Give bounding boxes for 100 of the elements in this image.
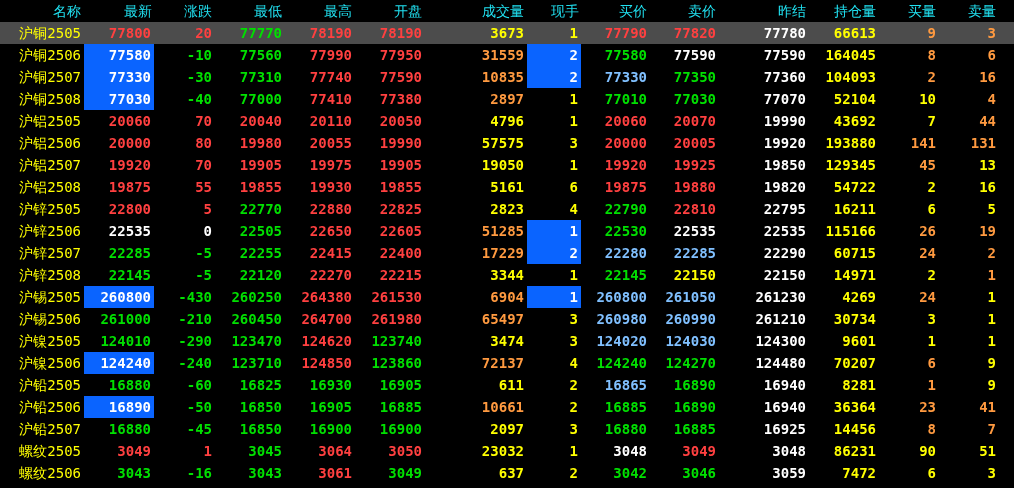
table-cell: 19980 xyxy=(239,136,282,150)
table-row[interactable]: 沪铜2505 77800 20 77770 78190 78190 3673 1 77790 77820 77780 66613 9 3 xyxy=(0,22,1014,44)
contract-name: 沪铝2506 xyxy=(19,136,81,150)
table-cell: 3049 xyxy=(117,444,151,458)
table-cell: 14456 xyxy=(833,422,876,436)
table-cell: 16 xyxy=(979,180,996,194)
table-cell: 3043 xyxy=(117,466,151,480)
table-cell: 20005 xyxy=(673,136,716,150)
table-cell: 77310 xyxy=(239,70,282,84)
table-cell: 77330 xyxy=(604,70,647,84)
table-cell: 20 xyxy=(195,26,212,40)
table-cell: 3 xyxy=(569,312,578,326)
table-cell: 3042 xyxy=(613,466,647,480)
table-cell: 16211 xyxy=(833,202,876,216)
table-cell: 260250 xyxy=(231,290,282,304)
column-header[interactable]: 买价 xyxy=(582,0,650,22)
table-cell: 611 xyxy=(498,378,524,392)
table-cell: 2 xyxy=(569,246,578,260)
contract-name: 螺纹2506 xyxy=(19,466,81,480)
table-cell: 26 xyxy=(919,224,936,238)
table-cell: 16890 xyxy=(673,378,716,392)
contract-name: 沪铝2505 xyxy=(19,114,81,128)
table-cell: 124240 xyxy=(100,356,151,370)
table-cell: 3048 xyxy=(613,444,647,458)
table-cell: -430 xyxy=(178,290,212,304)
table-cell: 20040 xyxy=(239,114,282,128)
table-cell: 3064 xyxy=(318,444,352,458)
table-cell: 124030 xyxy=(665,334,716,348)
table-cell: 77740 xyxy=(309,70,352,84)
table-cell: -290 xyxy=(178,334,212,348)
table-cell: 19905 xyxy=(239,158,282,172)
table-cell: 261210 xyxy=(755,312,806,326)
table-cell: -240 xyxy=(178,356,212,370)
table-cell: 124480 xyxy=(755,356,806,370)
table-cell: 22215 xyxy=(379,268,422,282)
table-cell: 193880 xyxy=(825,136,876,150)
table-cell: 20050 xyxy=(379,114,422,128)
column-header[interactable]: 昨结 xyxy=(719,0,809,22)
table-cell: 3 xyxy=(987,26,996,40)
table-cell: 1 xyxy=(569,444,578,458)
contract-name: 沪铜2508 xyxy=(19,92,81,106)
column-header[interactable]: 卖量 xyxy=(939,0,999,22)
column-header[interactable]: 现手 xyxy=(527,0,582,22)
table-cell: 261000 xyxy=(100,312,151,326)
column-header[interactable]: 持仓量 xyxy=(809,0,879,22)
table-cell: 22535 xyxy=(763,224,806,238)
table-cell: 17229 xyxy=(481,246,524,260)
table-cell: 16 xyxy=(979,70,996,84)
table-cell: 22880 xyxy=(309,202,352,216)
table-cell: 77800 xyxy=(108,26,151,40)
column-header[interactable]: 买量 xyxy=(879,0,939,22)
table-cell: 16865 xyxy=(604,378,647,392)
table-cell: 77990 xyxy=(309,48,352,62)
table-cell: 20060 xyxy=(604,114,647,128)
column-header[interactable]: 开盘 xyxy=(355,0,425,22)
table-cell: 22605 xyxy=(379,224,422,238)
table-cell: 43692 xyxy=(833,114,876,128)
table-cell: 77590 xyxy=(673,48,716,62)
contract-name: 沪锌2508 xyxy=(19,268,81,282)
contract-name: 沪锡2506 xyxy=(19,312,81,326)
table-cell: 19875 xyxy=(604,180,647,194)
table-cell: 6 xyxy=(927,202,936,216)
table-cell: 65497 xyxy=(481,312,524,326)
table-cell: 22290 xyxy=(763,246,806,260)
column-header[interactable]: 成交量 xyxy=(425,0,527,22)
contract-name: 沪铅2505 xyxy=(19,378,81,392)
table-cell: 16930 xyxy=(309,378,352,392)
table-cell: 20110 xyxy=(309,114,352,128)
column-header[interactable]: 最新 xyxy=(84,0,155,22)
contract-name: 沪镍2506 xyxy=(19,356,81,370)
table-cell: 260980 xyxy=(596,312,647,326)
table-cell: 164045 xyxy=(825,48,876,62)
table-cell: 19990 xyxy=(763,114,806,128)
table-cell: -16 xyxy=(186,466,212,480)
table-cell: 22150 xyxy=(673,268,716,282)
table-cell: 9 xyxy=(927,26,936,40)
table-cell: 22285 xyxy=(673,246,716,260)
contract-name: 沪锌2506 xyxy=(19,224,81,238)
column-header[interactable]: 最高 xyxy=(285,0,355,22)
table-cell: 2 xyxy=(927,268,936,282)
table-cell: 19855 xyxy=(379,180,422,194)
table-cell: 77770 xyxy=(239,26,282,40)
contract-name: 沪铝2508 xyxy=(19,180,81,194)
table-cell: 24 xyxy=(919,246,936,260)
table-cell: 131 xyxy=(970,136,996,150)
table-cell: 30734 xyxy=(833,312,876,326)
table-cell: 3673 xyxy=(490,26,524,40)
column-header[interactable]: 最低 xyxy=(215,0,285,22)
column-header[interactable]: 名称 xyxy=(0,0,84,22)
table-cell: 124010 xyxy=(100,334,151,348)
table-cell: -210 xyxy=(178,312,212,326)
contract-name: 沪镍2505 xyxy=(19,334,81,348)
column-header[interactable]: 涨跌 xyxy=(155,0,215,22)
table-cell: 77590 xyxy=(379,70,422,84)
table-cell: 22790 xyxy=(604,202,647,216)
table-cell: 22270 xyxy=(309,268,352,282)
column-header[interactable]: 卖价 xyxy=(650,0,719,22)
table-cell: 1 xyxy=(569,114,578,128)
table-cell: 124240 xyxy=(596,356,647,370)
table-cell: 3045 xyxy=(248,444,282,458)
